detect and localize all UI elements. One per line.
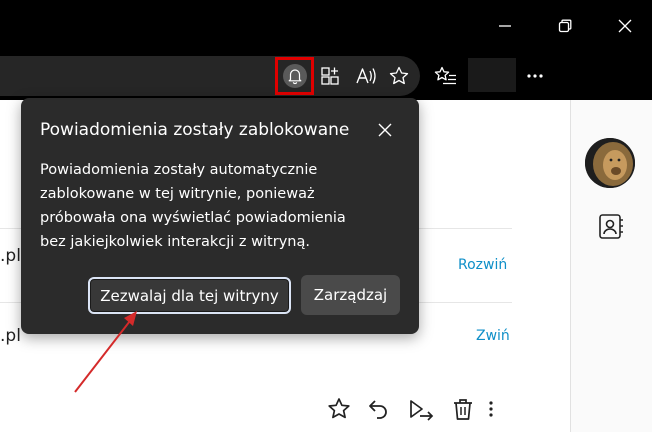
popup-message: Powiadomienia zostały automatycznie zabl… — [40, 158, 400, 254]
minimize-button[interactable] — [480, 0, 530, 52]
collapse-link[interactable]: Zwiń — [476, 328, 510, 344]
favorite-star-icon — [389, 66, 409, 85]
delete-icon — [454, 399, 472, 420]
contact-card-icon — [599, 214, 623, 239]
notifications-blocked-popup: Powiadomienia zostały zablokowane Powiad… — [21, 98, 419, 334]
more-icon — [527, 74, 543, 78]
manage-button[interactable]: Zarządzaj — [301, 275, 400, 315]
more-vertical-icon — [489, 401, 493, 417]
popup-message-line: próbowała ona wyświetlać powiadomienia — [40, 210, 346, 226]
browser-toolbar — [0, 52, 652, 100]
popup-message-line: bez jakiejkolwiek interakcji z witryną. — [40, 234, 310, 250]
favorites-list-icon — [434, 66, 456, 85]
allow-for-site-button[interactable]: Zezwalaj dla tej witryny — [88, 277, 291, 314]
star-button[interactable] — [326, 396, 352, 426]
star-icon — [328, 398, 350, 419]
forward-icon — [410, 400, 434, 421]
forward-button[interactable] — [408, 396, 436, 426]
delete-button[interactable] — [450, 396, 476, 426]
extensions-button[interactable] — [314, 60, 346, 92]
read-aloud-button[interactable] — [350, 60, 382, 92]
restore-icon — [558, 19, 572, 33]
title-bar — [0, 0, 652, 52]
reply-icon — [369, 400, 387, 419]
popup-close-button[interactable] — [373, 118, 397, 142]
extensions-icon — [321, 67, 339, 85]
more-actions-button[interactable] — [486, 396, 496, 426]
close-window-button[interactable] — [600, 0, 650, 52]
favorites-button[interactable] — [430, 60, 462, 92]
minimize-icon — [499, 25, 511, 27]
avatar[interactable] — [585, 138, 635, 188]
message-sender: .pl — [0, 246, 21, 266]
popup-message-line: Powiadomienia zostały automatycznie — [40, 162, 318, 178]
restore-button[interactable] — [540, 0, 590, 52]
expand-link[interactable]: Rozwiń — [458, 257, 507, 273]
popup-title: Powiadomienia zostały zablokowane — [40, 120, 350, 140]
settings-more-button[interactable] — [519, 60, 551, 92]
message-sender: .pl — [0, 326, 21, 346]
read-aloud-icon — [356, 68, 376, 84]
popup-message-line: zablokowane w tej witrynie, ponieważ — [40, 186, 315, 202]
reply-button[interactable] — [366, 396, 392, 426]
message-actions — [326, 396, 496, 426]
close-icon — [378, 123, 392, 137]
lion-avatar-icon — [585, 138, 635, 188]
add-favorite-button[interactable] — [383, 60, 415, 92]
profile-button[interactable] — [468, 58, 516, 92]
contacts-button[interactable] — [594, 210, 626, 242]
highlight-box — [275, 57, 314, 95]
close-icon — [618, 19, 632, 33]
